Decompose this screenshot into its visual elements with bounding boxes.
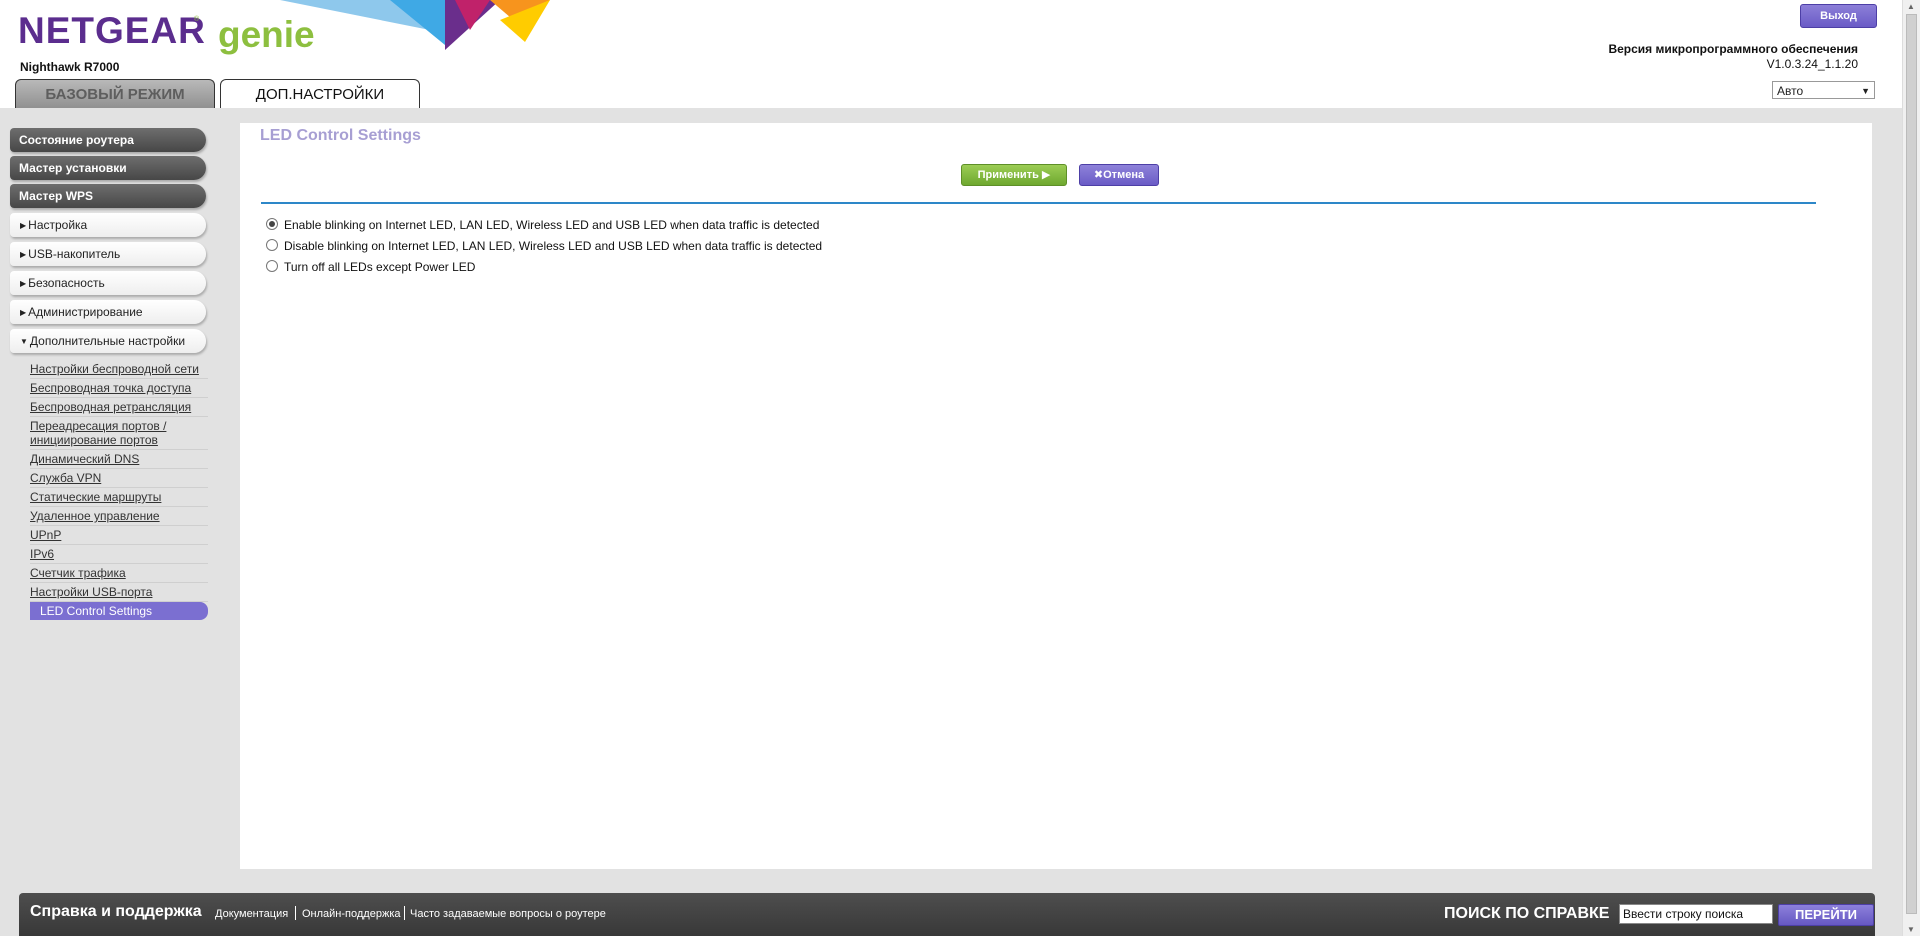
cancel-button[interactable]: ✖Отмена <box>1079 164 1159 186</box>
subnav-port-forwarding[interactable]: Переадресация портов / инициирование пор… <box>30 417 208 450</box>
footer-link-router-faq[interactable]: Часто задаваемые вопросы о роутере <box>410 908 606 920</box>
content-panel: LED Control Settings Применить ▶ ✖Отмена… <box>240 123 1872 869</box>
radio-button[interactable] <box>266 260 278 272</box>
nav-group-label: Настройка <box>28 218 88 232</box>
subnav-upnp[interactable]: UPnP <box>30 526 208 545</box>
tab-basic-mode[interactable]: БАЗОВЫЙ РЕЖИМ <box>15 79 215 109</box>
nav-router-status[interactable]: Состояние роутера <box>10 128 206 152</box>
subnav-ipv6[interactable]: IPv6 <box>30 545 208 564</box>
help-support-title: Справка и поддержка <box>30 903 202 920</box>
search-go-button[interactable]: ПЕРЕЙТИ <box>1778 904 1874 926</box>
subnav-remote-management[interactable]: Удаленное управление <box>30 507 208 526</box>
subnav-traffic-meter[interactable]: Счетчик трафика <box>30 564 208 583</box>
caret-right-icon: ▶ <box>20 308 27 317</box>
netgear-logo: NETGEAR <box>18 10 206 51</box>
banner-graphic <box>280 0 550 50</box>
subnav-wireless-ap[interactable]: Беспроводная точка доступа <box>30 379 208 398</box>
subnav-led-control-settings[interactable]: LED Control Settings <box>30 602 208 620</box>
radio-button[interactable] <box>266 239 278 251</box>
language-select[interactable]: Авто ▼ <box>1772 81 1875 99</box>
page-title: LED Control Settings <box>260 127 421 144</box>
logout-button[interactable]: Выход <box>1800 4 1877 28</box>
scroll-up-icon[interactable]: ▲ <box>1907 2 1915 11</box>
option-label: Turn off all LEDs except Power LED <box>284 260 476 274</box>
footer-separator <box>404 906 405 920</box>
nav-setup-wizard[interactable]: Мастер установки <box>10 156 206 180</box>
footer-link-documentation[interactable]: Документация <box>215 908 288 920</box>
language-selected-value: Авто <box>1777 84 1804 98</box>
subnav-static-routes[interactable]: Статические маршруты <box>30 488 208 507</box>
nav-group-label: Дополнительные настройки <box>29 334 186 348</box>
nav-group-advanced-setup[interactable]: ▼ Дополнительные настройки <box>10 329 206 353</box>
help-search-label: ПОИСК ПО СПРАВКЕ <box>1444 905 1610 922</box>
tab-advanced-settings[interactable]: ДОП.НАСТРОЙКИ <box>220 79 420 109</box>
caret-right-icon: ▶ <box>20 221 27 230</box>
model-name: Nighthawk R7000 <box>20 60 120 74</box>
subnav-dynamic-dns[interactable]: Динамический DNS <box>30 450 208 469</box>
scrollbar-thumb[interactable] <box>1906 14 1917 914</box>
vertical-scrollbar[interactable]: ▲ ▼ <box>1902 0 1920 936</box>
nav-group-label: Администрирование <box>28 305 143 319</box>
header: NETGEAR ® genie Nighthawk R7000 Выход Ве… <box>0 0 1902 109</box>
nav-group-usb-storage[interactable]: ▶ USB-накопитель <box>10 242 206 266</box>
led-option-turn-off-all[interactable]: Turn off all LEDs except Power LED <box>266 258 475 276</box>
firmware-version: V1.0.3.24_1.1.20 <box>1766 57 1858 71</box>
subnav-vpn-service[interactable]: Служба VPN <box>30 469 208 488</box>
subnav-usb-settings[interactable]: Настройки USB-порта <box>30 583 208 602</box>
footer-link-online-support[interactable]: Онлайн-поддержка <box>302 908 400 920</box>
radio-button[interactable] <box>266 218 278 230</box>
subnav-active-label: LED Control Settings <box>40 604 153 618</box>
subnav-wireless-settings[interactable]: Настройки беспроводной сети <box>30 360 208 379</box>
nav-group-security[interactable]: ▶ Безопасность <box>10 271 206 295</box>
caret-right-icon: ▶ <box>20 279 27 288</box>
apply-button[interactable]: Применить ▶ <box>961 164 1067 186</box>
help-search-input[interactable] <box>1619 904 1773 924</box>
nav-group-administration[interactable]: ▶ Администрирование <box>10 300 206 324</box>
footer: Справка и поддержка Документация Онлайн-… <box>19 893 1875 936</box>
nav-group-label: Безопасность <box>28 276 105 290</box>
caret-right-icon: ▶ <box>20 250 27 259</box>
nav-group-setup[interactable]: ▶ Настройка <box>10 213 206 237</box>
option-label: Disable blinking on Internet LED, LAN LE… <box>284 239 823 253</box>
dropdown-arrow-icon: ▼ <box>1861 86 1870 96</box>
led-option-disable-blinking[interactable]: Disable blinking on Internet LED, LAN LE… <box>266 237 822 255</box>
advanced-setup-submenu: Настройки беспроводной сети Беспроводная… <box>30 360 210 620</box>
led-option-enable-blinking[interactable]: Enable blinking on Internet LED, LAN LED… <box>266 216 819 234</box>
section-divider <box>261 202 1816 204</box>
subnav-wireless-repeating[interactable]: Беспроводная ретрансляция <box>30 398 208 417</box>
option-label: Enable blinking on Internet LED, LAN LED… <box>284 218 820 232</box>
firmware-label: Версия микропрограммного обеспечения <box>1608 42 1858 56</box>
nav-wps-wizard[interactable]: Мастер WPS <box>10 184 206 208</box>
registered-mark: ® <box>194 16 200 23</box>
caret-down-icon: ▼ <box>20 337 28 346</box>
footer-separator <box>295 906 296 920</box>
nav-group-label: USB-накопитель <box>28 247 121 261</box>
scroll-down-icon[interactable]: ▼ <box>1907 925 1915 934</box>
